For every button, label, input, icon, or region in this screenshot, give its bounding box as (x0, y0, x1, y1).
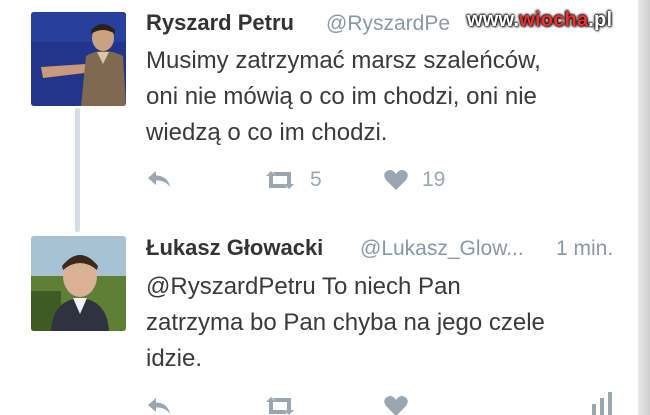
tweet-body-line: zatrzyma bo Pan chyba na jego czele (146, 309, 545, 336)
tweet-author-handle[interactable]: @Lukasz_Glow... (360, 237, 524, 261)
reply-icon (148, 171, 170, 187)
tweet-body-line: @RyszardPetru To niech Pan (146, 273, 461, 300)
tweet-timestamp[interactable]: 1 min. (556, 237, 613, 261)
analytics-icon (592, 392, 612, 415)
tweet-author-name[interactable]: Ryszard Petru (146, 10, 294, 36)
reply-button[interactable] (146, 395, 172, 415)
watermark-suffix: .pl (588, 9, 613, 31)
thread-connector-line (75, 108, 80, 232)
like-button[interactable] (383, 395, 422, 415)
reply-button[interactable] (146, 168, 172, 190)
tweet-body-line: oni nie mówią o co im chodzi, oni nie (146, 83, 537, 110)
avatar[interactable] (31, 236, 126, 331)
watermark-prefix: www. (467, 9, 520, 31)
avatar-photo-lukasz (31, 236, 126, 331)
heart-icon (384, 396, 408, 415)
tweet-body-line: idzie. (146, 345, 203, 372)
screen-edge (638, 0, 650, 415)
timeline-screenshot: Ryszard Petru @RyszardPe www.wiocha.pl M… (0, 0, 650, 415)
retweet-icon (266, 171, 294, 189)
watermark: www.wiocha.pl (467, 9, 612, 32)
like-button[interactable]: 19 (383, 168, 445, 192)
retweet-button[interactable]: 5 (262, 168, 322, 192)
analytics-button[interactable] (590, 392, 614, 415)
reply-icon (148, 398, 170, 414)
retweet-button[interactable] (262, 395, 310, 415)
retweet-count: 5 (310, 168, 322, 191)
tweet-body-line: Musimy zatrzymać marsz szaleńców, (146, 47, 541, 74)
avatar-photo-ryszard (31, 12, 126, 106)
watermark-brand: wiocha (519, 9, 589, 31)
tweet-author-handle[interactable]: @RyszardPe (326, 12, 450, 36)
tweet-body-line: wiedzą o co im chodzi. (146, 119, 388, 146)
avatar[interactable] (31, 12, 126, 106)
tweet-author-name[interactable]: Łukasz Głowacki (146, 235, 323, 261)
like-count: 19 (422, 168, 446, 191)
heart-icon (384, 170, 408, 190)
retweet-icon (266, 397, 294, 415)
